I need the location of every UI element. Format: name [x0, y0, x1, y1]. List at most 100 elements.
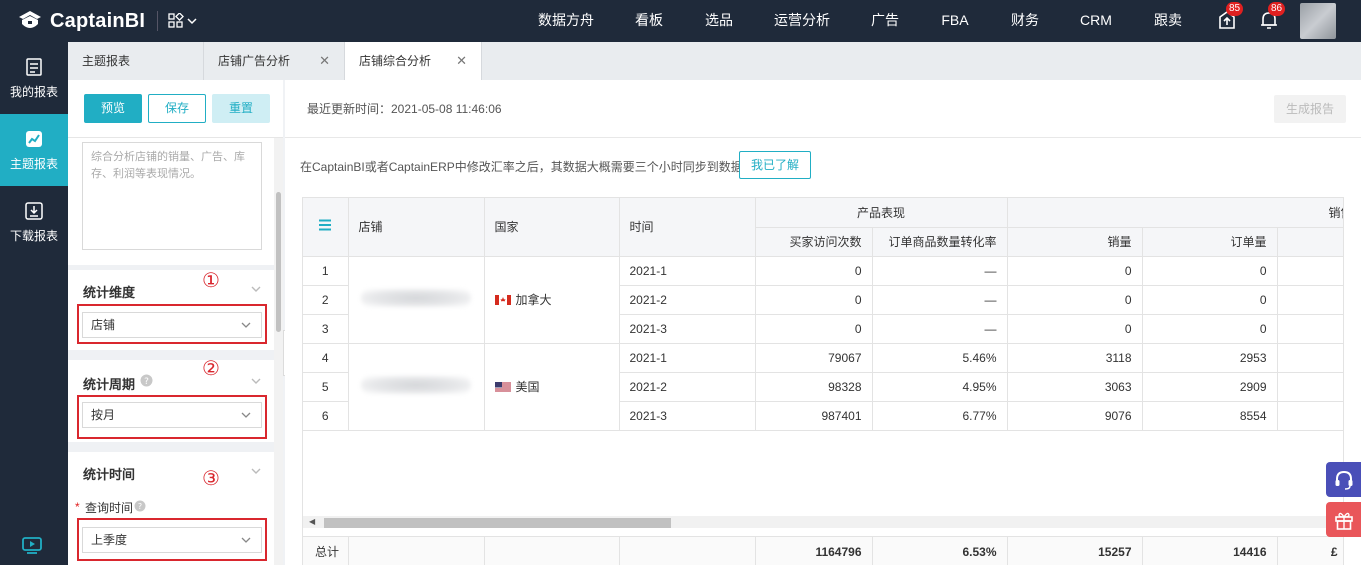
rail-item-topic-reports[interactable]: 主题报表	[0, 114, 68, 186]
help-icon[interactable]: ?	[140, 374, 153, 387]
reset-button[interactable]: 重置	[212, 94, 270, 123]
country-name: 美国	[515, 380, 540, 394]
nav-item-operations[interactable]: 运营分析	[754, 0, 850, 42]
nav-item-dashboard[interactable]: 看板	[614, 0, 684, 42]
table-row[interactable]: 1 加拿大 2021-1 0 — 0 0	[303, 256, 1343, 344]
period-select[interactable]: 按月	[82, 402, 262, 428]
select-value: 店铺	[91, 318, 116, 332]
gift-icon	[1334, 512, 1353, 530]
nav-item-product-selection[interactable]: 选品	[684, 0, 754, 42]
nav-item-fba[interactable]: FBA	[920, 0, 990, 42]
column-settings[interactable]	[303, 198, 349, 257]
time-cell: 2021-1	[619, 256, 756, 286]
units-cell: 3063	[1007, 372, 1143, 402]
customer-support-button[interactable]	[1326, 462, 1361, 497]
logo[interactable]: CaptainBI	[16, 0, 145, 42]
totals-conversion: 6.53%	[872, 536, 1008, 565]
task-notification[interactable]: 85	[1216, 2, 1244, 33]
nav-item-crm[interactable]: CRM	[1060, 0, 1132, 42]
row-index: 1	[303, 256, 349, 286]
totals-partial: £	[1277, 536, 1343, 565]
header-time[interactable]: 时间	[619, 198, 756, 257]
header-visits[interactable]: 买家访问次数	[755, 227, 873, 257]
scroll-left-icon[interactable]: ◀	[309, 516, 315, 528]
orders-cell: 2953	[1142, 343, 1278, 373]
country-cell: 美国	[484, 343, 620, 431]
rail-item-download-reports[interactable]: 下载报表	[0, 186, 68, 258]
tab-bar: 主题报表 店铺广告分析 ✕ 店铺综合分析 ✕	[68, 42, 1361, 80]
header-country[interactable]: 国家	[484, 198, 620, 257]
more-cell	[1277, 314, 1343, 344]
grid-icon	[168, 13, 185, 28]
more-cell	[1277, 372, 1343, 402]
description-textarea[interactable]: 综合分析店铺的销量、广告、库存、利润等表现情况。	[82, 142, 262, 250]
rail-item-label: 我的报表	[9, 84, 58, 99]
generate-report-button[interactable]: 生成报告	[1274, 95, 1346, 123]
dimension-select[interactable]: 店铺	[82, 312, 262, 338]
download-icon	[25, 201, 43, 220]
country-cell: 加拿大	[484, 256, 620, 344]
header-group-sales: 销售	[1007, 198, 1343, 228]
save-button[interactable]: 保存	[148, 94, 206, 123]
config-scrollbar-thumb[interactable]	[276, 192, 281, 332]
header-orders[interactable]: 订单量	[1142, 227, 1278, 257]
captain-logo-icon	[19, 11, 41, 28]
tab-shop-ad-analysis[interactable]: 店铺广告分析 ✕	[204, 42, 345, 80]
chevron-down-icon[interactable]	[250, 376, 262, 386]
close-icon[interactable]: ✕	[319, 42, 330, 80]
totals-visits: 1164796	[755, 536, 873, 565]
chevron-down-icon[interactable]	[250, 284, 262, 294]
canada-flag-icon	[494, 295, 511, 305]
avatar[interactable]	[1300, 3, 1336, 39]
conversion-cell: —	[872, 285, 1008, 315]
header-conversion[interactable]: 订单商品数量转化率	[872, 227, 1008, 257]
nav-item-ads[interactable]: 广告	[850, 0, 920, 42]
table-horizontal-scrollbar[interactable]: ◀	[303, 516, 1343, 528]
gift-button[interactable]	[1326, 502, 1361, 537]
period-section: 统计周期 ? 按月 ②	[68, 356, 274, 442]
svg-text:?: ?	[138, 502, 142, 511]
totals-orders: 14416	[1142, 536, 1278, 565]
report-icon	[26, 57, 42, 76]
chart-icon	[26, 130, 42, 147]
nav-item-follow-sell[interactable]: 跟卖	[1132, 0, 1204, 42]
row-index: 2	[303, 285, 349, 315]
header-shop[interactable]: 店铺	[348, 198, 485, 257]
rail-item-my-reports[interactable]: 我的报表	[0, 42, 68, 114]
close-icon[interactable]: ✕	[456, 42, 467, 80]
more-cell	[1277, 285, 1343, 315]
nav-item-data-ark[interactable]: 数据方舟	[518, 0, 614, 42]
help-icon[interactable]: ?	[134, 500, 146, 512]
config-toolbar: 预览 保存 重置	[68, 80, 283, 138]
menu-icon	[319, 219, 332, 231]
orders-cell: 0	[1142, 256, 1278, 286]
query-time-select[interactable]: 上季度	[82, 527, 262, 553]
last-updated-text: 最近更新时间：2021-05-08 11:46:06	[307, 102, 502, 116]
totals-label: 总计	[303, 536, 349, 565]
acknowledge-button[interactable]: 我已了解	[739, 151, 811, 179]
preview-button[interactable]: 预览	[84, 94, 142, 123]
app-switcher[interactable]	[168, 13, 197, 29]
visits-cell: 79067	[755, 343, 873, 373]
nav-divider	[157, 11, 159, 31]
visits-cell: 0	[755, 285, 873, 315]
row-index: 6	[303, 401, 349, 431]
video-tutorial[interactable]	[22, 536, 42, 557]
description-section: 综合分析店铺的销量、广告、库存、利润等表现情况。	[68, 138, 274, 265]
video-icon	[22, 537, 42, 554]
nav-item-finance[interactable]: 财务	[990, 0, 1060, 42]
units-cell: 3118	[1007, 343, 1143, 373]
tab-topic-reports[interactable]: 主题报表	[68, 42, 204, 80]
tab-shop-comprehensive-analysis[interactable]: 店铺综合分析 ✕	[345, 42, 482, 80]
scrollbar-thumb[interactable]	[324, 518, 671, 528]
field-label: 查询时间	[85, 501, 134, 515]
config-panel: 预览 保存 重置 综合分析店铺的销量、广告、库存、利润等表现情况。 统计维度 店…	[68, 80, 283, 565]
headset-icon	[1335, 470, 1352, 490]
orders-cell: 0	[1142, 314, 1278, 344]
chevron-down-icon[interactable]	[250, 466, 262, 476]
section-title: 统计时间	[83, 467, 136, 482]
table-row[interactable]: 4 美国 2021-1 79067 5.46% 3118 2953	[303, 343, 1343, 431]
header-units[interactable]: 销量	[1007, 227, 1143, 257]
chevron-down-icon	[241, 412, 251, 418]
bell-notification[interactable]: 86	[1258, 2, 1286, 33]
